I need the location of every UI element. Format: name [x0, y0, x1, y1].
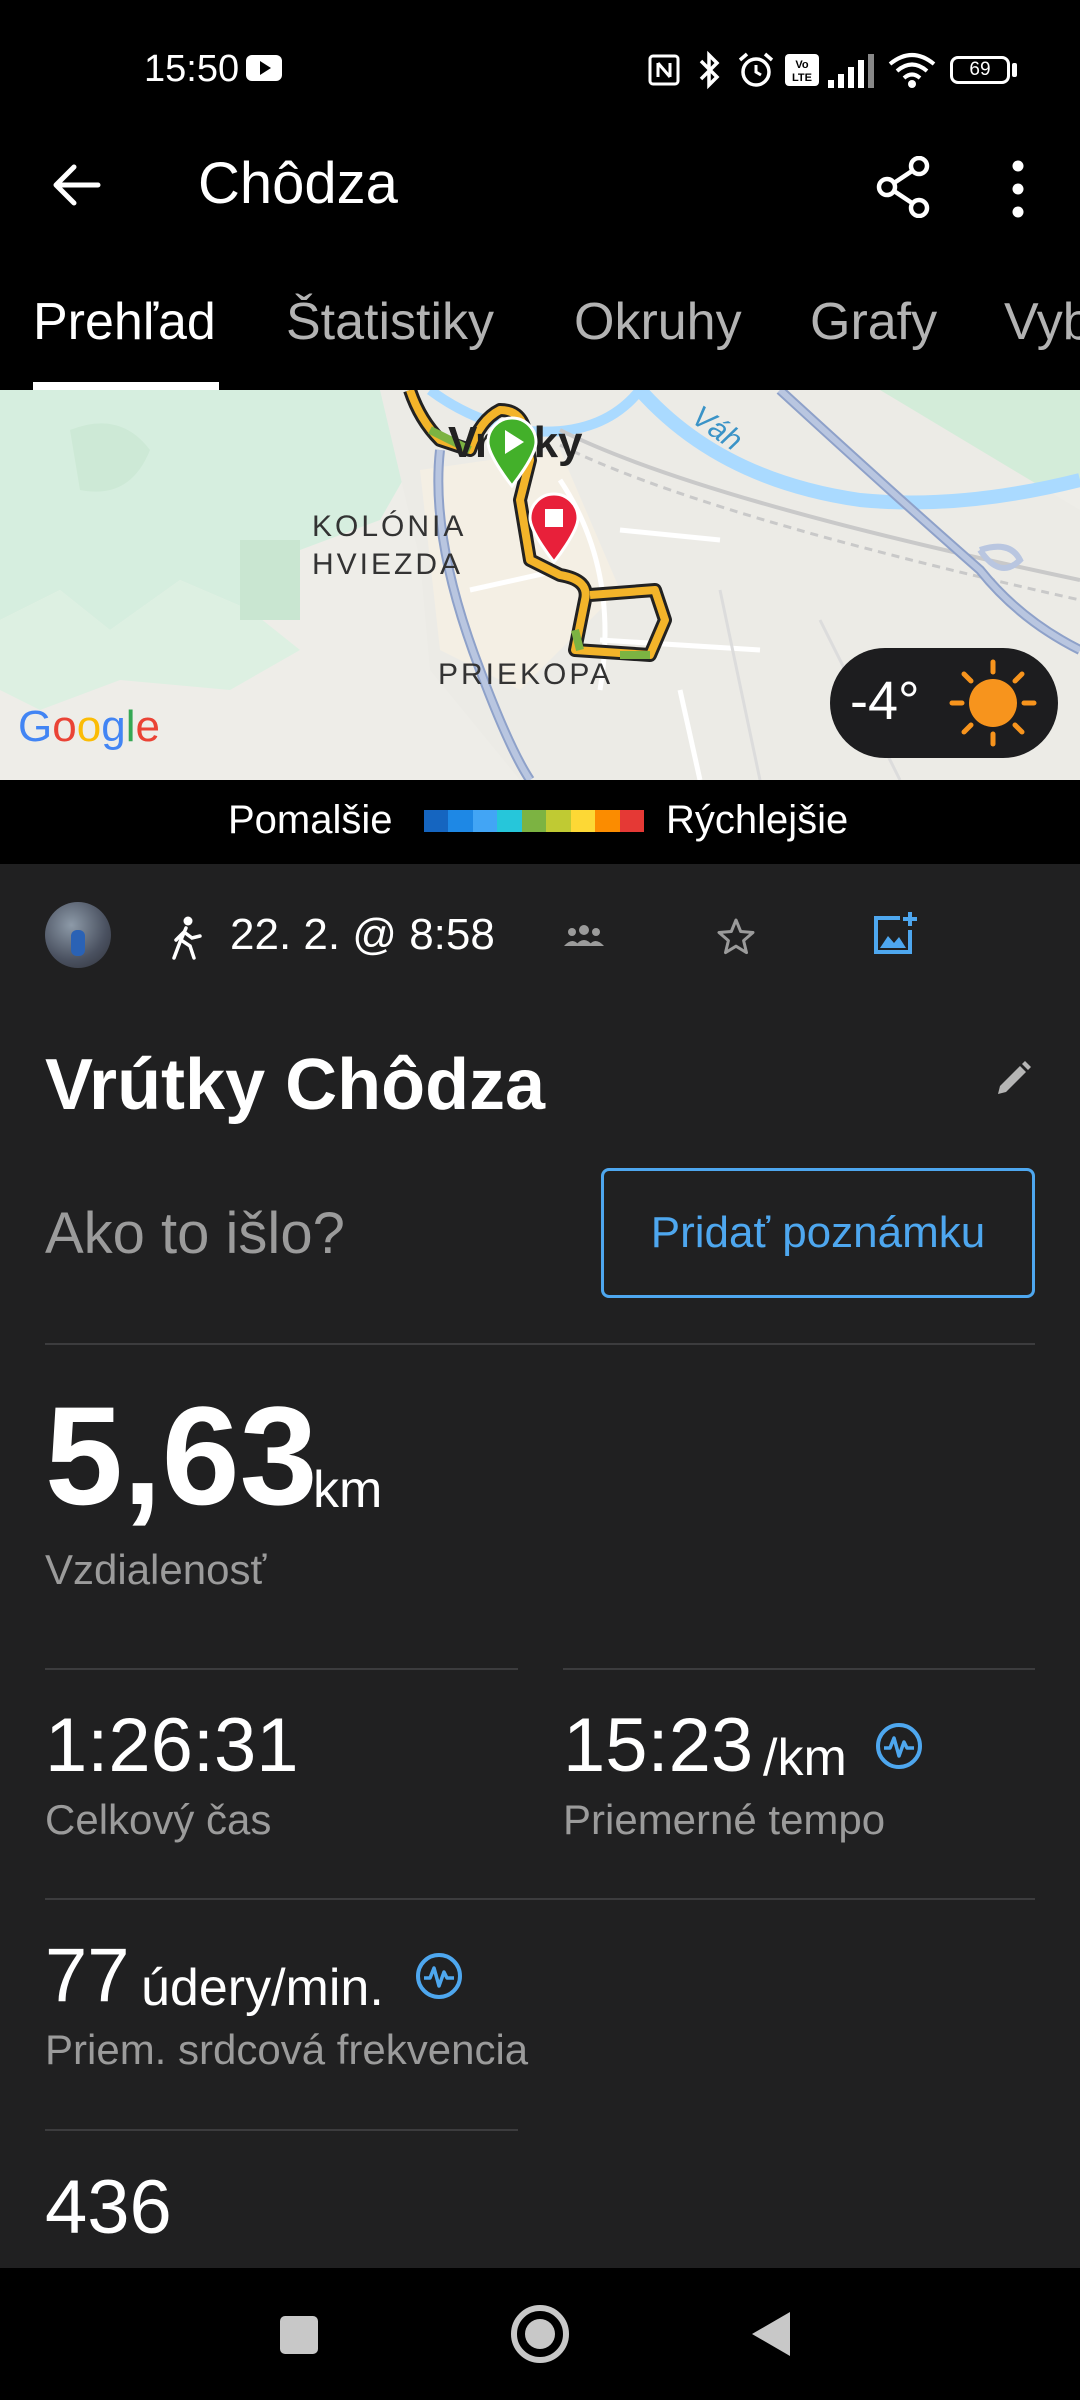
tab-okruhy[interactable]: Okruhy — [574, 292, 742, 352]
tab-vyb[interactable]: Vyb — [1004, 292, 1080, 352]
avg-hr-unit: údery/min. — [141, 1959, 384, 2017]
divider — [45, 2129, 518, 2131]
legend-slower-label: Pomalšie — [228, 798, 393, 842]
divider — [45, 1668, 518, 1670]
total-time-label: Celkový čas — [45, 1796, 272, 1843]
pace-pro-icon[interactable] — [873, 1720, 925, 1772]
distance-unit: km — [313, 1461, 383, 1519]
avg-hr-value: 77 — [45, 1933, 130, 2018]
stat-total-time: 1:26:31 Celkový čas — [45, 1700, 515, 1860]
page-title: Chôdza — [198, 151, 398, 216]
steps-value: 436 — [45, 2165, 172, 2250]
google-logo: Google — [18, 702, 160, 751]
weather-temperature: -4° — [850, 671, 920, 731]
activity-date: 22. 2. @ 8:58 — [230, 910, 495, 959]
avg-pace-value: 15:23 — [563, 1703, 754, 1788]
system-nav-bar — [0, 2268, 1080, 2400]
total-time-value: 1:26:31 — [45, 1703, 299, 1788]
edit-pencil-icon[interactable] — [994, 1058, 1034, 1098]
distance-value: 5,63 — [45, 1377, 318, 1534]
stat-avg-hr: 77 údery/min. Priem. srdcová frekvencia — [45, 1930, 1035, 2090]
activity-title: Vrútky Chôdza — [45, 1045, 546, 1125]
map-label-district1-line1: KOLÓNIA — [312, 510, 467, 543]
walk-icon — [172, 916, 202, 960]
stop-marker-icon — [528, 492, 580, 564]
avg-hr-label: Priem. srdcová frekvencia — [45, 2026, 529, 2073]
youtube-icon — [246, 55, 282, 81]
avatar[interactable] — [45, 902, 111, 968]
tab-bar: Prehľad Štatistiky Okruhy Grafy Vyb — [0, 270, 1080, 390]
share-icon[interactable] — [875, 156, 931, 218]
tab-statistiky[interactable]: Štatistiky — [286, 292, 494, 352]
tab-prehlad[interactable]: Prehľad — [33, 292, 216, 352]
more-vert-icon[interactable] — [1006, 156, 1030, 222]
recents-button[interactable] — [280, 2316, 318, 2354]
group-icon[interactable] — [564, 920, 604, 952]
tab-grafy[interactable]: Grafy — [810, 292, 937, 352]
bluetooth-icon — [699, 50, 720, 90]
nfc-icon — [648, 54, 680, 86]
avg-pace-label: Priemerné tempo — [563, 1796, 886, 1843]
speed-legend: Pomalšie Rýchlejšie — [0, 780, 1080, 864]
legend-color-scale — [424, 810, 644, 832]
divider — [45, 1343, 1035, 1345]
hr-pro-icon[interactable] — [413, 1950, 465, 2002]
signal-icon — [828, 54, 874, 88]
svg-text:Vo: Vo — [795, 59, 809, 71]
add-note-button-label: Pridať poznámku — [650, 1208, 986, 1257]
distance-label: Vzdialenosť — [45, 1546, 267, 1593]
status-time: 15:50 — [144, 48, 240, 90]
svg-text:LTE: LTE — [792, 72, 812, 84]
divider — [45, 1898, 1035, 1900]
wifi-icon — [888, 53, 936, 88]
back-arrow-icon[interactable] — [48, 157, 104, 213]
add-photo-icon[interactable] — [870, 910, 918, 958]
start-marker-icon — [486, 416, 538, 488]
avg-pace-unit: /km — [763, 1729, 847, 1787]
legend-faster-label: Rýchlejšie — [666, 798, 849, 842]
map-label-district1-line2: HVIEZDA — [312, 548, 464, 581]
stat-distance: 5,63 km Vzdialenosť — [45, 1386, 1035, 1594]
back-button[interactable] — [750, 2310, 792, 2358]
alarm-icon — [738, 52, 774, 87]
sun-icon — [949, 659, 1037, 747]
stat-avg-pace: 15:23 /km Priemerné tempo — [563, 1700, 1035, 1860]
volte-icon: Vo LTE — [785, 54, 819, 86]
map-label-district2: PRIEKOPA — [438, 658, 614, 691]
note-prompt: Ako to išlo? — [45, 1201, 345, 1266]
route-map[interactable]: Vrútky Váh KOLÓNIA HVIEZDA PRIEKOPA Goog… — [0, 390, 1080, 780]
star-icon[interactable] — [716, 916, 756, 956]
divider — [563, 1668, 1035, 1670]
tab-active-indicator — [33, 382, 219, 390]
battery-icon: 69 — [950, 56, 1010, 84]
home-button[interactable] — [506, 2300, 574, 2368]
stat-steps: 436 — [45, 2160, 515, 2268]
app-bar: Chôdza — [0, 120, 1080, 270]
status-bar: 15:50 Vo LTE 69 — [0, 0, 1080, 120]
weather-chip[interactable]: -4° — [830, 648, 1058, 758]
battery-level: 69 — [969, 59, 991, 80]
activity-meta-row: 22. 2. @ 8:58 — [0, 864, 1080, 1014]
add-note-button[interactable]: Pridať poznámku — [601, 1168, 1035, 1298]
